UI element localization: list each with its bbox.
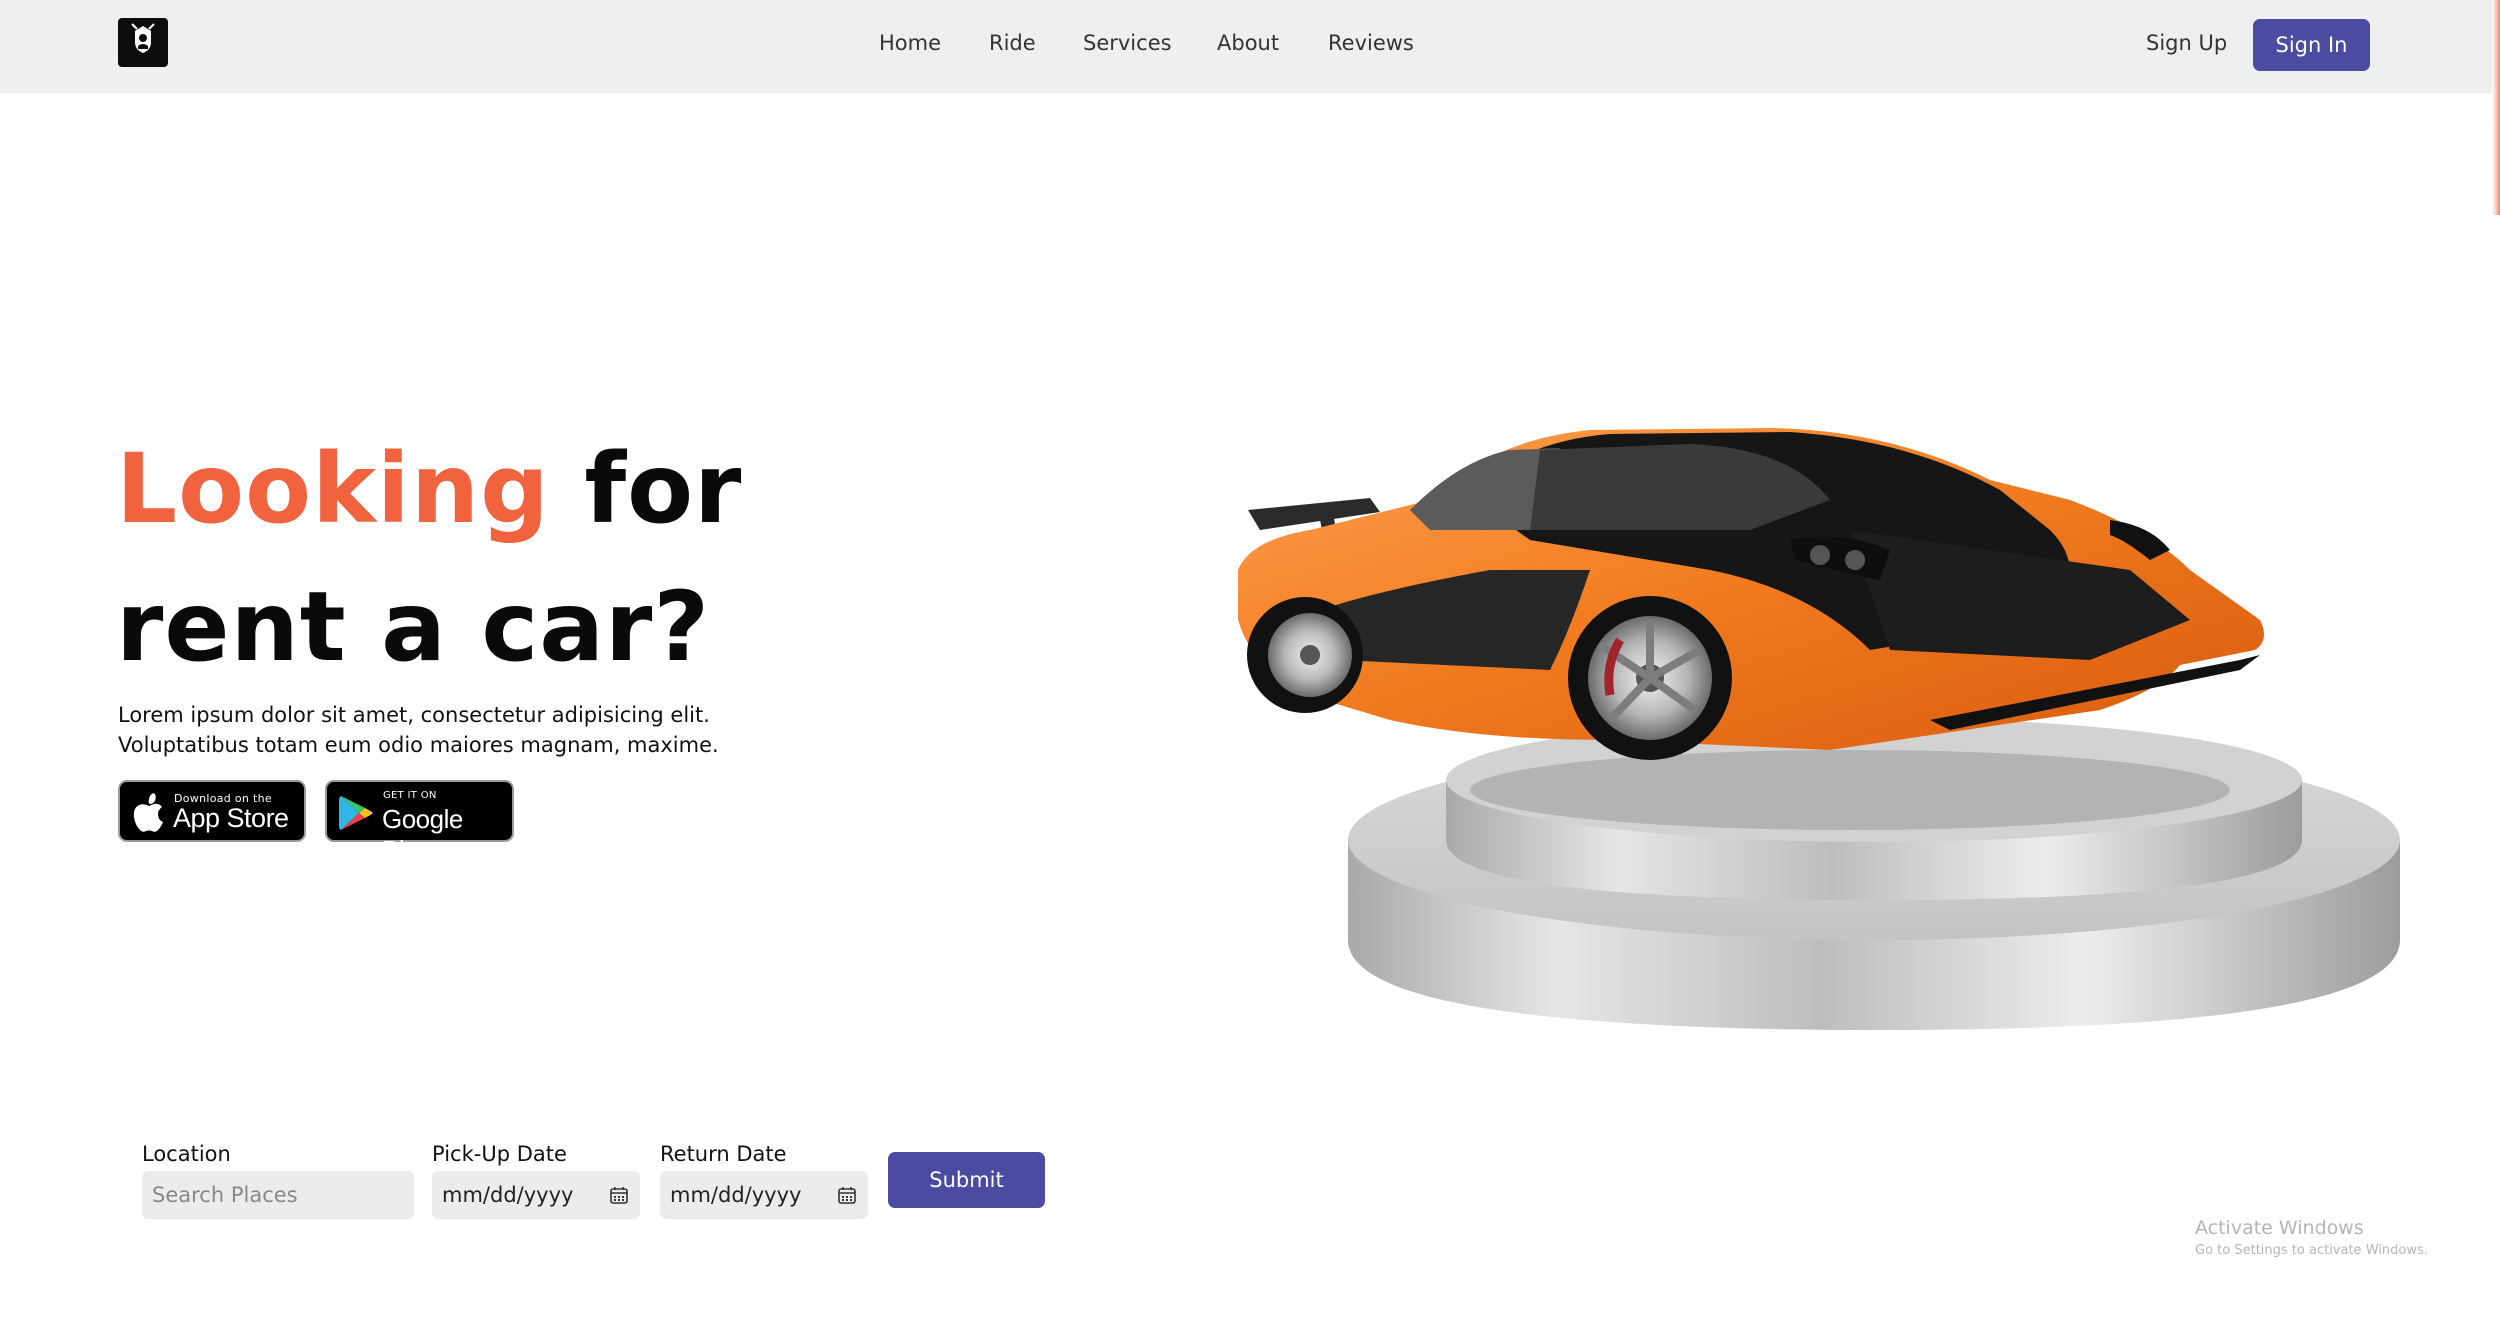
pickup-date-value: mm/dd/yyyy xyxy=(442,1183,574,1207)
navbar: Home Ride Services About Reviews Sign Up… xyxy=(0,0,2500,93)
location-input[interactable]: Search Places xyxy=(142,1171,414,1219)
hero-description-line1: Lorem ipsum dolor sit amet, consectetur … xyxy=(118,703,710,727)
watermark-title: Activate Windows xyxy=(2195,1217,2364,1239)
app-store-button[interactable]: Download on the App Store xyxy=(118,780,306,842)
hero-title-accent: Looking xyxy=(116,433,550,545)
brand-logo[interactable] xyxy=(118,18,168,67)
pickup-date-input[interactable]: mm/dd/yyyy xyxy=(432,1171,640,1219)
hero-description-line2: Voluptatibus totam eum odio maiores magn… xyxy=(118,733,719,757)
return-date-label: Return Date xyxy=(660,1142,787,1166)
nav-home-link[interactable]: Home xyxy=(879,31,941,55)
pickup-date-label: Pick-Up Date xyxy=(432,1142,567,1166)
google-play-icon xyxy=(339,796,373,830)
nav-about-link[interactable]: About xyxy=(1217,31,1279,55)
submit-button[interactable]: Submit xyxy=(888,1152,1045,1208)
nav-ride-link[interactable]: Ride xyxy=(989,31,1036,55)
hero-title-line2: rent a car? xyxy=(116,571,711,683)
calendar-icon[interactable] xyxy=(838,1186,856,1204)
apple-icon xyxy=(133,793,163,832)
nav-reviews-link[interactable]: Reviews xyxy=(1328,31,1414,55)
google-play-button[interactable]: GET IT ON Google Play xyxy=(325,780,514,865)
nav-services-link[interactable]: Services xyxy=(1083,31,1172,55)
return-date-value: mm/dd/yyyy xyxy=(670,1183,802,1207)
page-scrollbar[interactable] xyxy=(2492,0,2500,215)
hero-description: Lorem ipsum dolor sit amet, consectetur … xyxy=(118,700,768,760)
nav-menu: Home Ride Services About Reviews xyxy=(0,0,2500,93)
watermark-subtitle: Go to Settings to activate Windows. xyxy=(2195,1243,2428,1258)
hero-title-word: for xyxy=(584,433,743,545)
calendar-icon[interactable] xyxy=(610,1186,628,1204)
hero-title: Looking for rent a car? xyxy=(116,420,742,696)
activate-windows-watermark: Activate Windows Go to Settings to activ… xyxy=(2195,1217,2428,1258)
location-label: Location xyxy=(142,1142,231,1166)
google-play-big-text: Google Play xyxy=(382,804,463,865)
app-store-big-text: App Store xyxy=(173,803,289,833)
sign-in-button[interactable]: Sign In xyxy=(2253,19,2370,71)
google-play-small-text: GET IT ON xyxy=(383,790,437,801)
return-date-input[interactable]: mm/dd/yyyy xyxy=(660,1171,868,1219)
hero-car-image xyxy=(1238,428,2400,1030)
sign-up-link[interactable]: Sign Up xyxy=(2146,31,2227,55)
